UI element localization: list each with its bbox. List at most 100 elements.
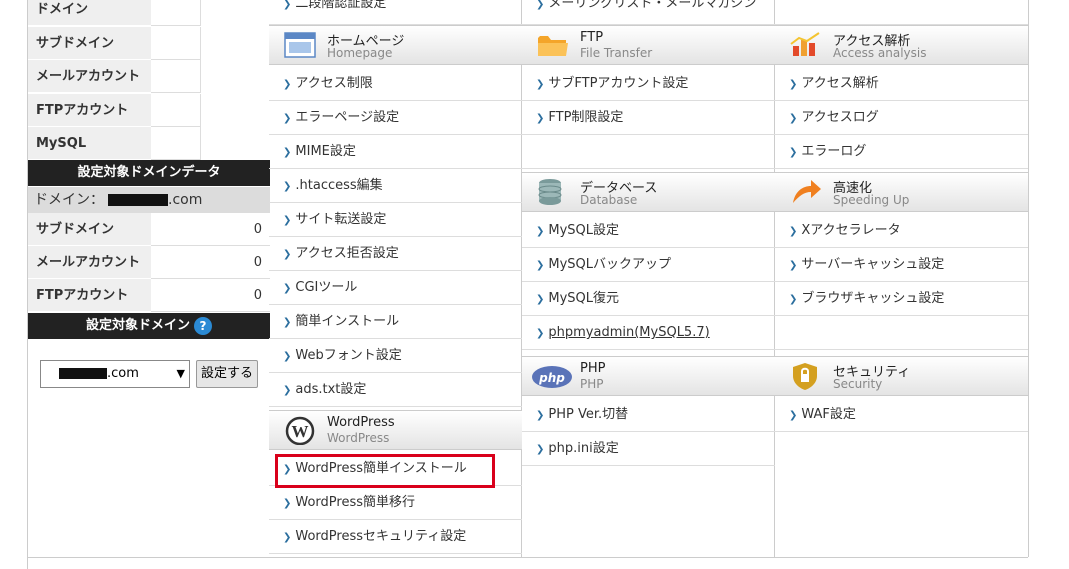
section-title-en: Speeding Up <box>833 193 910 207</box>
section-title-en: Database <box>580 193 638 207</box>
arrow-icon: ❯ <box>283 0 292 10</box>
arrow-icon: ❯ <box>536 226 545 237</box>
current-domain: ドメイン： .com <box>28 187 270 213</box>
domain-suffix: .com <box>168 192 203 208</box>
folder-icon <box>538 36 568 56</box>
menu-item[interactable]: ❯ PHP Ver.切替 <box>522 398 775 432</box>
arrow-icon: ❯ <box>789 294 798 305</box>
arrow-icon: ❯ <box>283 385 292 396</box>
stat-value: 0 <box>151 213 270 246</box>
section-title-en: WordPress <box>327 431 390 445</box>
arrow-icon: ❯ <box>536 444 545 455</box>
menu-item-two-factor[interactable]: ❯ 二段階認証設定 <box>269 0 522 25</box>
help-icon[interactable]: ? <box>194 316 212 335</box>
arrow-icon: ❯ <box>536 294 545 305</box>
arrow-icon: ❯ <box>283 351 292 362</box>
section-header-php: php PHP PHP <box>522 356 775 396</box>
left-row-subdomain: サブドメイン <box>28 27 270 60</box>
menu-item[interactable]: ❯ サイト転送設定 <box>269 203 522 237</box>
domain-label: ドメイン： <box>34 192 104 208</box>
section-title-en: Homepage <box>327 46 393 60</box>
menu-item[interactable]: ❯ サーバーキャッシュ設定 <box>775 248 1028 282</box>
menu-item-phpmyadmin[interactable]: ❯ phpmyadmin(MySQL5.7) <box>522 316 775 350</box>
section-header-homepage: ホームページ Homepage <box>269 25 522 65</box>
chart-icon <box>790 32 820 56</box>
arrow-icon: ❯ <box>536 113 545 124</box>
database-icon <box>538 179 562 205</box>
menu-item[interactable]: ❯ サブFTPアカウント設定 <box>522 67 775 101</box>
left-row-domain: ドメイン <box>28 0 270 26</box>
stat-label: メールアカウント <box>28 246 151 279</box>
menu-item[interactable]: ❯ ads.txt設定 <box>269 373 522 407</box>
svg-text:php: php <box>538 371 565 385</box>
target-domain-title: 設定対象ドメイン <box>85 318 190 333</box>
menu-item-mailing-list[interactable]: ❯ メーリングリスト・メールマガジン <box>522 0 775 25</box>
domain-data-header: 設定対象ドメインデータ <box>28 160 270 186</box>
chevron-down-icon: ▼ <box>176 367 185 380</box>
arrow-icon: ❯ <box>283 215 292 226</box>
php-icon: php <box>532 366 572 388</box>
redacted-mask <box>59 368 107 379</box>
target-domain-header: 設定対象ドメイン? <box>28 313 270 339</box>
menu-item[interactable]: ❯ エラーログ <box>775 135 1028 169</box>
arrow-icon: ❯ <box>283 317 292 328</box>
menu-item[interactable]: ❯ アクセス制限 <box>269 67 522 101</box>
arrow-icon: ❯ <box>283 498 292 509</box>
left-panel: ドメイン サブドメイン メールアカウント FTPアカウント MySQL 設定対象… <box>27 0 270 569</box>
menu-item[interactable]: ❯ アクセスログ <box>775 101 1028 135</box>
menu-item[interactable]: ❯ Xアクセラレータ <box>775 214 1028 248</box>
menu-item[interactable]: ❯ FTP制限設定 <box>522 101 775 135</box>
section-header-ftp: FTP File Transfer <box>522 25 775 65</box>
arrow-icon: ❯ <box>283 532 292 543</box>
menu-item[interactable]: ❯ アクセス解析 <box>775 67 1028 101</box>
arrow-icon: ❯ <box>789 226 798 237</box>
arrow-icon: ❯ <box>536 410 545 421</box>
arrow-icon: ❯ <box>789 147 798 158</box>
section-header-database: データベース Database <box>522 172 775 212</box>
menu-item[interactable]: ❯ Webフォント設定 <box>269 339 522 373</box>
menu-item[interactable]: ❯ MySQL復元 <box>522 282 775 316</box>
menu-item[interactable]: ❯ MySQLバックアップ <box>522 248 775 282</box>
menu-item[interactable]: ❯ エラーページ設定 <box>269 101 522 135</box>
empty-cell <box>522 135 775 169</box>
menu-item[interactable]: ❯ .htaccess編集 <box>269 169 522 203</box>
divider <box>27 557 1028 558</box>
menu-item[interactable]: ❯ 簡単インストール <box>269 305 522 339</box>
highlight-box <box>275 454 495 488</box>
menu-item[interactable]: ❯ アクセス拒否設定 <box>269 237 522 271</box>
section-header-wordpress: W WordPress WordPress <box>269 410 522 450</box>
set-domain-button[interactable]: 設定する <box>196 360 258 388</box>
domain-select[interactable]: .com ▼ <box>40 360 190 388</box>
menu-item[interactable]: ❯ WordPress簡単移行 <box>269 486 522 520</box>
arrow-icon: ❯ <box>536 79 545 90</box>
arrow-icon: ❯ <box>536 328 545 339</box>
menu-item[interactable]: ❯ CGIツール <box>269 271 522 305</box>
section-header-security: セキュリティ Security <box>775 356 1028 396</box>
section-title-en: Security <box>833 377 883 391</box>
menu-item[interactable]: ❯ php.ini設定 <box>522 432 775 466</box>
arrow-icon: ❯ <box>283 113 292 124</box>
speed-arrow-icon <box>793 180 821 203</box>
section-title-jp: WordPress <box>327 415 395 430</box>
stat-label: サブドメイン <box>28 213 151 246</box>
menu-item[interactable]: ❯ MIME設定 <box>269 135 522 169</box>
menu-item[interactable]: ❯ WordPressセキュリティ設定 <box>269 520 522 554</box>
row-label: ドメイン <box>28 0 151 26</box>
stat-row-subdomain: サブドメイン 0 <box>28 213 270 246</box>
svg-text:W: W <box>292 422 309 441</box>
menu-column-2: ❯ メーリングリスト・メールマガジン FTP File Transfer ❯ サブF… <box>522 0 775 557</box>
menu-item[interactable]: ❯ ブラウザキャッシュ設定 <box>775 282 1028 316</box>
arrow-icon: ❯ <box>536 260 545 271</box>
section-header-access: アクセス解析 Access analysis <box>775 25 1028 65</box>
empty-cell <box>775 0 1028 25</box>
arrow-icon: ❯ <box>789 260 798 271</box>
arrow-icon: ❯ <box>283 249 292 260</box>
row-label: サブドメイン <box>28 27 151 60</box>
left-row-mysql: MySQL <box>28 127 270 160</box>
menu-item[interactable]: ❯ MySQL設定 <box>522 214 775 248</box>
arrow-icon: ❯ <box>789 410 798 421</box>
shield-icon <box>793 363 817 390</box>
menu-item[interactable]: ❯ WAF設定 <box>775 398 1028 432</box>
row-label: MySQL <box>28 127 151 160</box>
arrow-icon: ❯ <box>283 283 292 294</box>
